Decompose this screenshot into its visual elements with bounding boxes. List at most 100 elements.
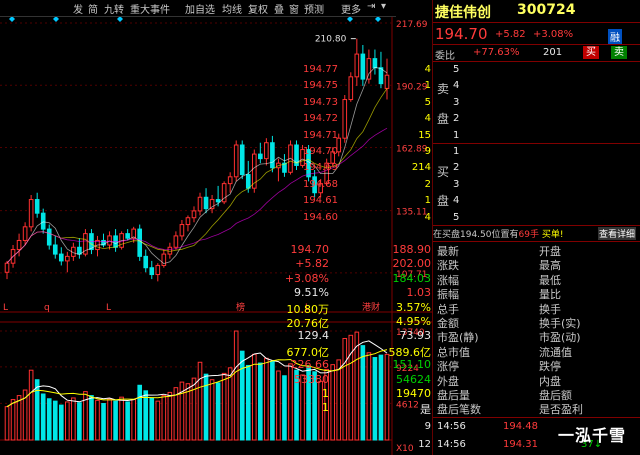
candle-body	[52, 244, 58, 255]
order-price: 194.70	[303, 146, 338, 157]
candle-body	[16, 239, 22, 251]
view-detail-button[interactable]: 查看详细	[598, 227, 637, 240]
order-volume: 5	[424, 96, 431, 108]
toolbar-major-events-button[interactable]: 重大事件	[130, 1, 170, 16]
toolbar-forecast-button[interactable]: 预测	[304, 1, 324, 16]
toolbar-ma-button[interactable]: 均线	[222, 1, 242, 16]
quote-value: 1.03	[406, 286, 432, 300]
order-level: 4	[453, 80, 460, 92]
divider	[433, 44, 640, 45]
order-price: 194.61	[303, 195, 338, 207]
quote-label: 是否盈利	[539, 403, 583, 417]
kline-chart[interactable]: 217.69190.29162.89135.11107.711374092244…	[0, 0, 432, 455]
volume-bar	[10, 399, 16, 441]
volume-bar	[384, 353, 390, 441]
high-price-label: 210.80	[315, 35, 347, 45]
order-price: 194.75	[303, 80, 338, 92]
quote-value: +3.08%	[284, 271, 329, 285]
order-level: 1	[453, 146, 460, 157]
order-price: 194.77	[303, 64, 338, 75]
order-volume: 4	[424, 64, 431, 75]
volume-bar	[282, 375, 287, 441]
candle-body	[239, 144, 245, 176]
candle-body	[107, 235, 112, 246]
candle-body	[258, 153, 263, 160]
volume-bar	[342, 337, 348, 441]
order-volume: 9	[424, 146, 431, 157]
volume-bar	[203, 373, 209, 441]
toolbar-jian-button[interactable]: 简	[88, 1, 98, 16]
price-change-pct: +3.08%	[533, 29, 574, 40]
order-price: 194.73	[303, 96, 338, 108]
volume-bar	[113, 400, 118, 441]
volume-bar	[28, 369, 34, 441]
tick-count: 12	[418, 439, 431, 450]
candle-body	[34, 199, 40, 214]
order-volume: 2	[424, 178, 431, 190]
buy-button[interactable]: 买	[583, 46, 599, 59]
volume-bar	[95, 399, 100, 441]
toolbar-more-button[interactable]: 更多	[341, 1, 361, 16]
candle-body	[46, 228, 52, 246]
volume-bar	[366, 352, 372, 441]
tick-price: 194.31	[503, 439, 538, 450]
quote-panel: 捷佳伟创 300724 194.70 +5.82 +3.08% 融 委比 +77…	[285, 0, 640, 455]
order-level: 2	[453, 113, 460, 125]
volume-bar	[233, 330, 239, 441]
event-marker: 榜	[236, 301, 245, 313]
volume-bar	[101, 403, 106, 441]
volume-bar	[83, 391, 88, 441]
volume-bar	[258, 362, 263, 441]
toolbar-jiuzhuan-button[interactable]: 九转	[104, 1, 124, 16]
volume-bar	[330, 364, 336, 441]
quote-value: 4.95%	[396, 315, 431, 328]
volume-bar	[4, 406, 10, 441]
price-axis-label: 190.29	[396, 82, 428, 92]
candle-body	[215, 199, 221, 203]
toolbar-expand-icon[interactable]: ⇥	[367, 1, 375, 12]
divider	[433, 61, 640, 62]
volume-bar	[348, 334, 354, 441]
order-level: 2	[453, 162, 460, 174]
toolbar-adjust-button[interactable]: 复权	[248, 1, 268, 16]
volume-bar	[245, 364, 251, 441]
candle-body	[270, 142, 275, 169]
order-price: 194.71	[303, 129, 338, 141]
candle-body	[143, 255, 149, 269]
candle-body	[245, 174, 251, 189]
volume-bar	[155, 400, 161, 441]
volume-bar	[197, 361, 203, 441]
volume-bar	[16, 395, 22, 441]
volume-bar	[89, 395, 94, 441]
event-marker: L	[3, 303, 8, 313]
quote-value: 是	[420, 403, 431, 417]
volume-bar	[52, 400, 58, 441]
volume-bar	[71, 397, 76, 441]
toolbar-fa-button[interactable]: 发	[73, 1, 83, 16]
quote-value: 9.51%	[294, 286, 329, 300]
candle-body	[227, 176, 233, 185]
quote-value: 202.00	[392, 257, 432, 271]
candle-body	[28, 199, 34, 228]
event-marker: 港财	[362, 301, 380, 313]
sell-side-label: 卖	[437, 82, 450, 96]
volume-bar	[191, 377, 197, 441]
toolbar-dropdown-icon[interactable]: ▾	[381, 1, 386, 12]
candle-body	[65, 255, 70, 262]
volume-bar	[360, 345, 366, 441]
order-volume: 1	[424, 80, 431, 92]
sell-side-label: 盘	[437, 112, 450, 126]
volume-bar	[137, 384, 143, 441]
candle-body	[185, 217, 191, 226]
toolbar-overlay-button[interactable]: 叠	[274, 1, 284, 16]
price-axis-label: 217.69	[396, 20, 428, 30]
price-change: +5.82	[495, 29, 526, 40]
toolbar-add-watchlist-button[interactable]: 加自选	[185, 1, 215, 16]
sell-button[interactable]: 卖	[611, 46, 627, 59]
tick-count: 9	[424, 421, 431, 432]
order-price: 194.72	[303, 113, 338, 125]
volume-bar	[58, 404, 64, 441]
toolbar-window-button[interactable]: 窗	[289, 1, 299, 16]
event-marker: q	[44, 303, 50, 313]
order-volume: 1	[424, 195, 431, 207]
